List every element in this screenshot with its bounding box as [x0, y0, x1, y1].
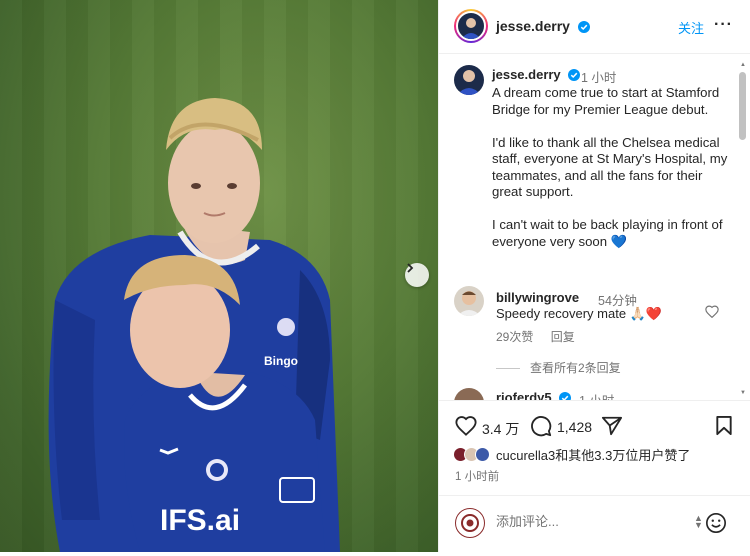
comment-avatar[interactable]	[454, 388, 484, 400]
comment-count[interactable]: 1,428	[557, 419, 592, 435]
like-count[interactable]: 3.4 万	[482, 419, 519, 439]
add-comment-bar: ▲▼	[439, 495, 750, 552]
comment-meta: 29次赞 回复	[496, 328, 589, 345]
comment-likes[interactable]: 29次赞	[496, 330, 533, 344]
comment-text: Speedy recovery mate 🙏🏻❤️	[496, 306, 663, 321]
page-bottom-edge	[0, 552, 750, 556]
post-timestamp: 1 小时前	[455, 471, 500, 483]
post-actions: 3.4 万 1,428 cucurella3和其他3.3万位用户赞了 1 小时前	[439, 400, 750, 495]
verified-badge-icon	[568, 69, 581, 81]
scroll-thumb[interactable]	[739, 72, 746, 140]
follow-button[interactable]: 关注	[678, 18, 704, 37]
comment-username[interactable]: rioferdy5	[496, 390, 552, 400]
comment-input[interactable]	[496, 514, 676, 529]
send-icon[interactable]	[601, 415, 623, 436]
more-options-button[interactable]: ···	[714, 17, 733, 33]
liked-by-text[interactable]: cucurella3和其他3.3万位用户赞了	[496, 445, 690, 464]
verified-badge-icon	[577, 21, 590, 33]
caption-username[interactable]: jesse.derry	[492, 67, 561, 82]
post-sidebar: jesse.derry 关注 ··· jesse.derry 1 小时 A dr…	[438, 0, 750, 552]
bookmark-icon[interactable]	[715, 415, 733, 436]
sort-arrows-icon[interactable]: ▲ ▼	[694, 514, 703, 530]
view-replies-button[interactable]: 查看所有2条回复	[496, 359, 621, 376]
liker-avatar[interactable]	[475, 447, 490, 462]
post-header: jesse.derry 关注 ···	[439, 0, 750, 54]
reply-button[interactable]: 回复	[551, 330, 575, 344]
comment-icon[interactable]	[530, 415, 552, 437]
shirt-sponsor: IFS.ai	[160, 504, 240, 537]
sleeve-sponsor: Bingo	[264, 354, 298, 368]
current-user-avatar[interactable]	[455, 508, 485, 538]
author-avatar[interactable]	[454, 9, 488, 43]
verified-badge-icon	[559, 392, 572, 400]
caption-avatar[interactable]	[454, 65, 484, 95]
scroll-up-arrow-icon[interactable]: ▲	[740, 62, 746, 68]
caption-time: 1 小时	[581, 71, 617, 85]
comment-time: 1 小时	[579, 390, 614, 400]
chevron-right-icon	[407, 263, 414, 273]
heart-icon[interactable]	[455, 415, 477, 436]
next-photo-button[interactable]	[405, 263, 429, 287]
comment-username[interactable]: billywingrove	[496, 290, 579, 305]
comment-avatar[interactable]	[454, 286, 484, 316]
comments-section[interactable]: jesse.derry 1 小时 A dream come true to st…	[439, 55, 750, 400]
caption-username-row[interactable]: jesse.derry	[492, 67, 581, 82]
caption-text: A dream come true to start at Stamford B…	[492, 85, 728, 249]
scroll-down-arrow-icon[interactable]: ▼	[740, 390, 746, 396]
author-username-row[interactable]: jesse.derry	[496, 18, 590, 34]
liked-by-row[interactable]: cucurella3和其他3.3万位用户赞了	[453, 445, 690, 464]
post-photo: Bingo IFS.ai	[0, 0, 438, 552]
comment-heart-icon[interactable]	[705, 305, 719, 318]
comments-scrollbar[interactable]: ▲ ▼	[739, 62, 746, 398]
author-username[interactable]: jesse.derry	[496, 18, 570, 34]
emoji-icon[interactable]	[705, 512, 727, 534]
comment-username-row[interactable]: rioferdy5	[496, 390, 572, 400]
players-illustration: Bingo IFS.ai	[48, 98, 341, 552]
